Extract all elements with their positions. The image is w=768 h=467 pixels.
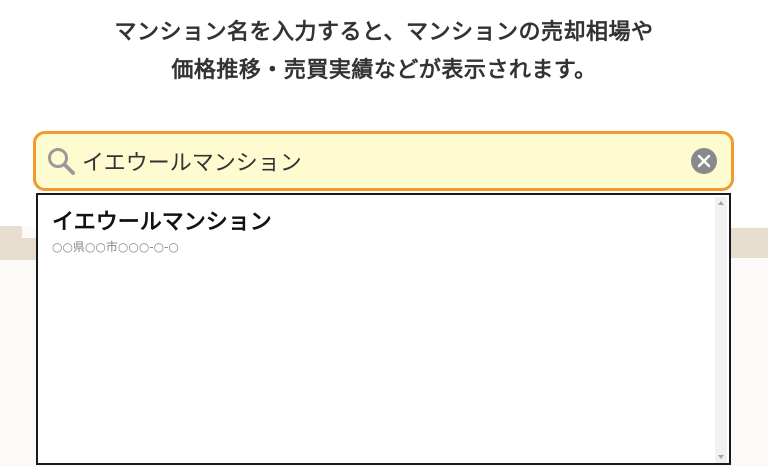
clear-icon[interactable] [690,147,718,175]
search-input[interactable] [82,142,672,180]
skyline-shape [0,226,22,238]
scroll-down-arrow-icon[interactable] [715,451,727,463]
dropdown-scrollbar[interactable] [715,197,727,463]
suggestion-name: イエウールマンション [52,210,272,235]
suggestion-address: ○○県○○市○○○-○-○ [52,240,179,254]
headline-line-1: マンション名を入力すると、マンションの売却相場や [114,20,654,45]
page: マンション名を入力すると、マンションの売却相場や 価格推移・売買実績などが表示さ… [0,0,768,467]
skyline-shape [728,228,768,258]
suggestion-item[interactable]: イエウールマンション ○○県○○市○○○-○-○ [52,209,692,254]
search-box[interactable] [33,131,734,191]
scroll-up-arrow-icon[interactable] [715,197,727,209]
skyline-shape [0,238,40,260]
headline-line-2: 価格推移・売買実績などが表示されます。 [171,58,597,83]
suggestion-dropdown: イエウールマンション ○○県○○市○○○-○-○ [36,193,731,465]
search-icon [48,148,75,175]
headline: マンション名を入力すると、マンションの売却相場や 価格推移・売買実績などが表示さ… [0,14,768,90]
